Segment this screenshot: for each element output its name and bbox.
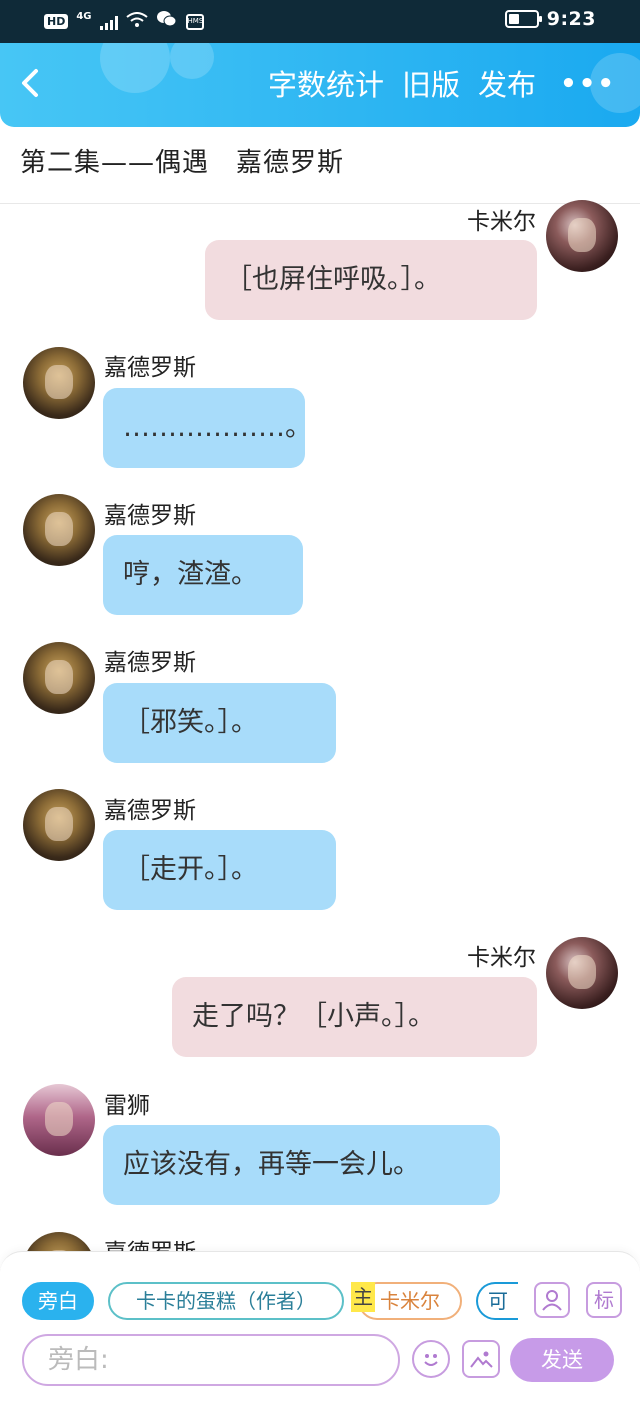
word-count-button[interactable]: 字数统计 [268, 63, 384, 107]
mark-button[interactable]: 标 [586, 1282, 622, 1318]
top-nav-bar: 字数统计 旧版 发布 ••• [0, 43, 640, 127]
message-bubble[interactable]: 应该没有，再等一会儿。 [103, 1125, 500, 1205]
sender-name: 嘉德罗斯 [104, 355, 196, 381]
sender-name: 嘉德罗斯 [104, 503, 196, 529]
main-role-tag: 主 [351, 1282, 375, 1312]
camille-avatar[interactable] [546, 200, 618, 272]
divider [0, 203, 640, 204]
decor-bubble [170, 43, 214, 79]
image-button[interactable] [462, 1340, 500, 1378]
publish-button[interactable]: 发布 [478, 63, 536, 107]
image-icon [470, 1351, 493, 1368]
role-manage-button[interactable] [534, 1282, 570, 1318]
sender-name: 卡米尔 [467, 209, 536, 235]
person-icon [542, 1290, 562, 1311]
hms-icon: HMS [185, 13, 204, 30]
garcia-avatar[interactable] [23, 494, 95, 566]
message-bubble[interactable]: 走了吗？［小声。］。 [172, 977, 537, 1057]
leishi-avatar[interactable] [23, 1084, 95, 1156]
wechat-icon [156, 10, 178, 33]
battery-fill [508, 14, 519, 24]
status-right: 9:23 [504, 8, 596, 30]
sender-name: 卡米尔 [467, 945, 536, 971]
sender-name: 雷狮 [104, 1093, 150, 1119]
role-selector: 旁白 卡卡的蛋糕（作者） 卡米尔 主 可 标 [22, 1282, 622, 1322]
clock: 9:23 [546, 8, 596, 30]
old-version-button[interactable]: 旧版 [402, 63, 460, 107]
more-menu-button[interactable]: ••• [560, 67, 616, 101]
garcia-avatar[interactable] [23, 347, 95, 419]
chevron-left-icon [22, 69, 38, 97]
role-chip-author[interactable]: 卡卡的蛋糕（作者） [108, 1282, 344, 1320]
garcia-avatar[interactable] [23, 789, 95, 861]
chat-editor-screen: HD 4G HMS 9:23 字数统计 旧版 发布 ••• 第二集——偶遇 嘉德… [0, 0, 640, 1422]
battery-icon [504, 10, 542, 28]
garcia-avatar[interactable] [23, 642, 95, 714]
hd-icon: HD [44, 14, 69, 29]
status-bar: HD 4G HMS 9:23 [0, 0, 640, 43]
send-button[interactable]: 发送 [510, 1338, 614, 1382]
decor-bubble [100, 43, 170, 93]
network-type: 4G [76, 11, 92, 22]
smiley-icon [424, 1354, 438, 1366]
message-bubble[interactable]: 哼，渣渣。 [103, 535, 303, 615]
message-bubble[interactable]: ［邪笑。］。 [103, 683, 336, 763]
camille-avatar[interactable] [546, 937, 618, 1009]
composer-panel: 旁白 卡卡的蛋糕（作者） 卡米尔 主 可 标 旁白: 发送 [0, 1251, 640, 1422]
message-bubble[interactable]: ［走开。］。 [103, 830, 336, 910]
back-button[interactable] [18, 63, 54, 107]
emoji-button[interactable] [412, 1340, 450, 1378]
role-chip-partial[interactable]: 可 [476, 1282, 518, 1320]
nav-actions: 字数统计 旧版 发布 [268, 63, 536, 107]
sender-name: 嘉德罗斯 [104, 650, 196, 676]
sender-name: 嘉德罗斯 [104, 798, 196, 824]
signal-icon [99, 14, 118, 30]
role-chip-aside[interactable]: 旁白 [22, 1282, 94, 1320]
status-left: HD 4G HMS [44, 10, 204, 33]
message-bubble[interactable]: ………………。 [103, 388, 312, 468]
wifi-icon [125, 11, 148, 32]
message-input[interactable]: 旁白: [22, 1334, 400, 1386]
message-bubble[interactable]: ［也屏住呼吸。］。 [205, 240, 537, 320]
chapter-title[interactable]: 第二集——偶遇 嘉德罗斯 [20, 142, 344, 179]
